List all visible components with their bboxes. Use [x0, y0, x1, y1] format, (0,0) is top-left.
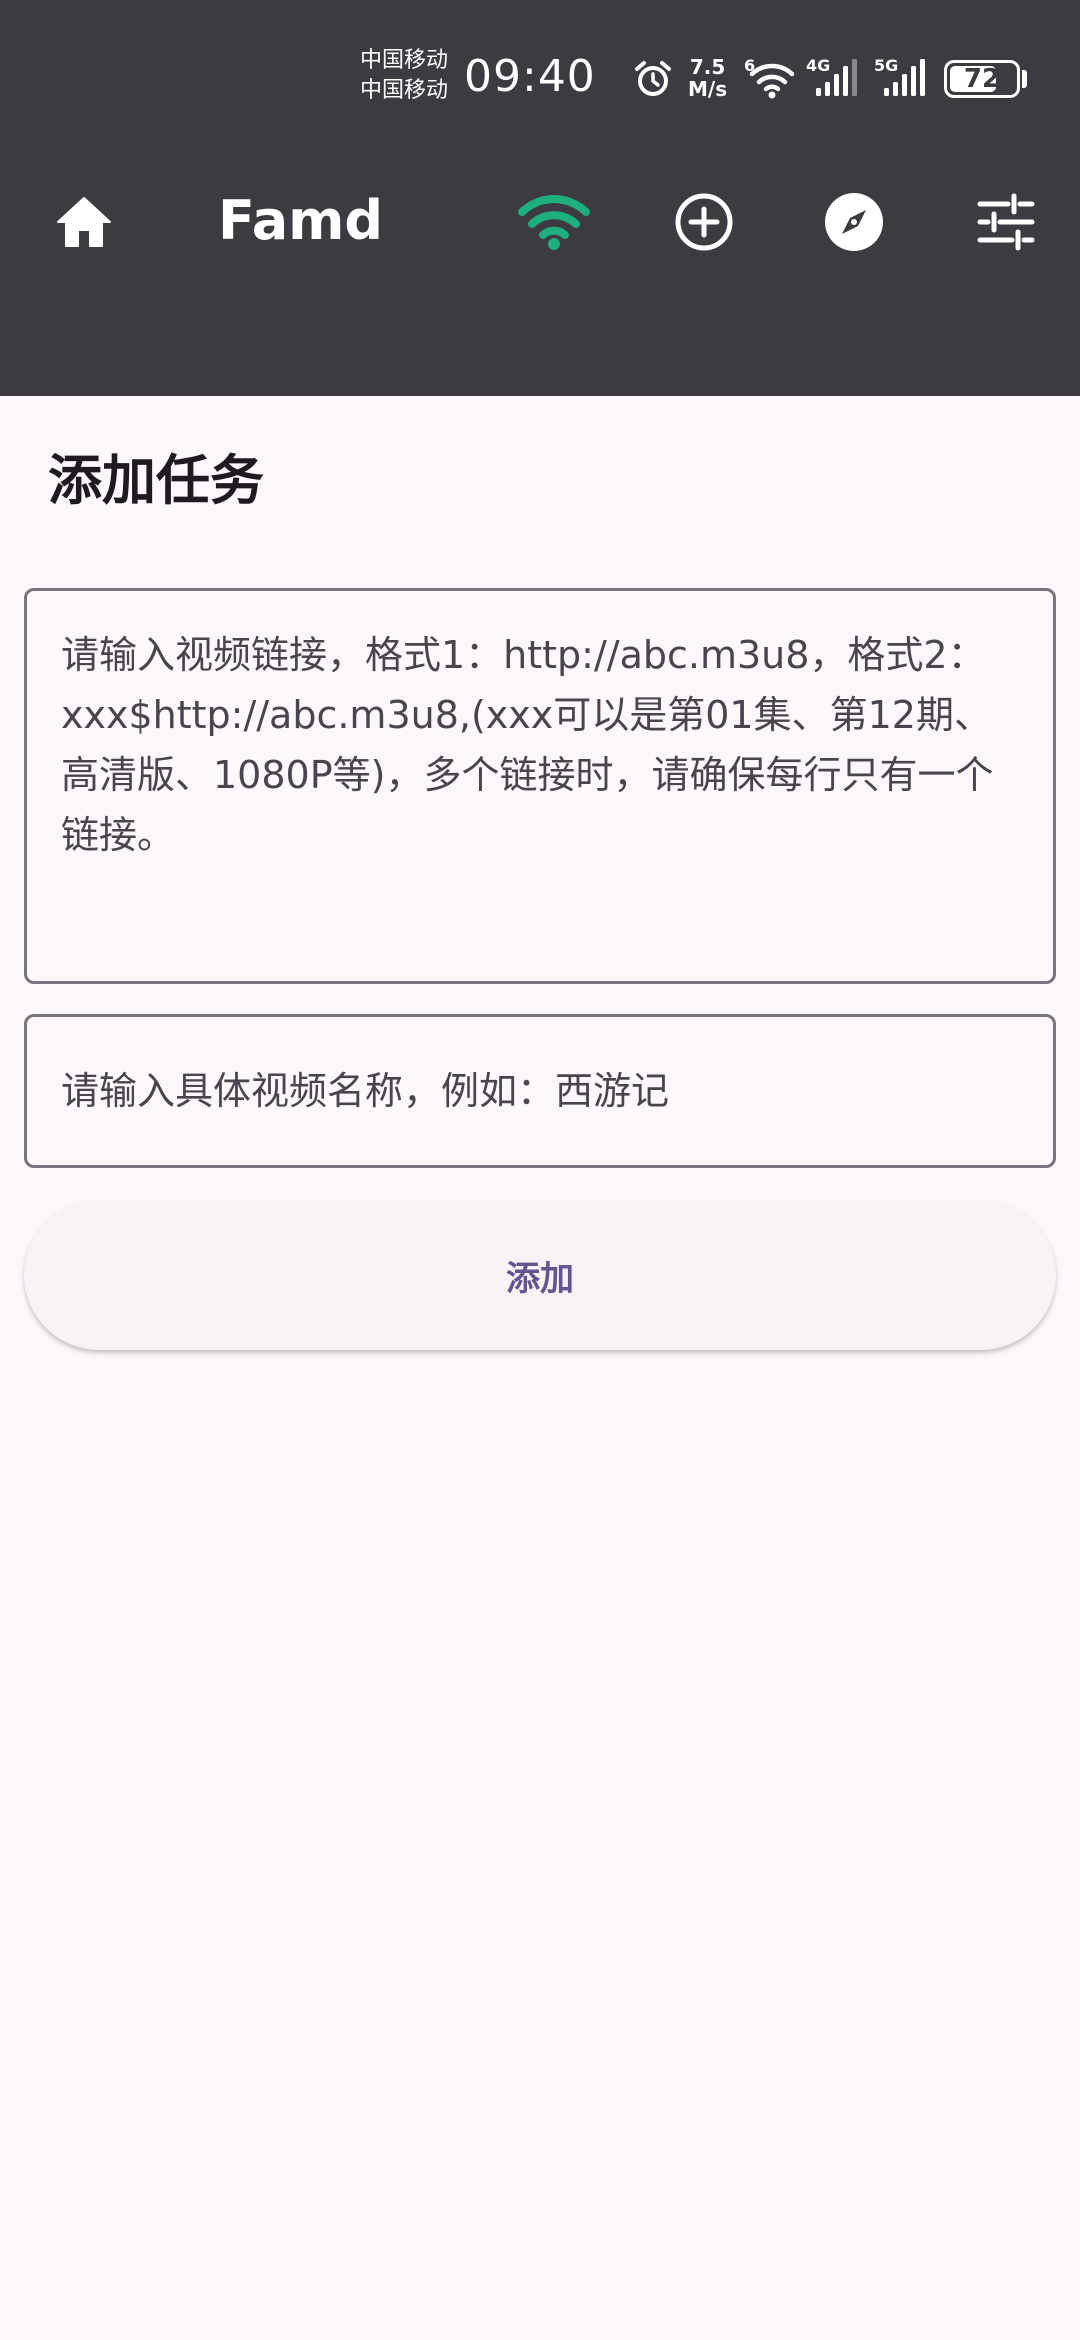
speed-unit: M/s: [688, 77, 728, 101]
carrier-labels: 中国移动 中国移动: [360, 46, 448, 106]
carrier-1: 中国移动: [360, 48, 449, 73]
battery-indicator: 72: [944, 60, 1020, 98]
app-title: Famd: [218, 189, 384, 252]
tune-icon[interactable]: [974, 190, 1038, 254]
compass-icon[interactable]: [822, 190, 886, 254]
status-time: 09:40: [464, 51, 596, 102]
home-icon[interactable]: [52, 190, 116, 254]
alarm-icon: [635, 61, 671, 96]
page-title: 添加任务: [48, 449, 264, 512]
speed-value: 7.5: [689, 55, 726, 79]
video-url-input[interactable]: [24, 588, 1056, 984]
wifi-status-icon: [749, 63, 795, 99]
video-name-input[interactable]: [24, 1014, 1056, 1168]
wifi-icon[interactable]: [516, 190, 592, 254]
app-header: 中国移动 中国移动 09:40 7.5 M/s 6 4G 5G 72 Famd: [0, 0, 1080, 396]
network-speed: 7.5 M/s: [688, 56, 727, 100]
battery-tip: [1022, 70, 1027, 88]
carrier-2: 中国移动: [360, 78, 449, 103]
add-button[interactable]: 添加: [24, 1200, 1056, 1350]
battery-percent: 72: [963, 64, 1001, 94]
signal-2-icon: [884, 59, 925, 96]
signal-1-icon: [816, 59, 857, 96]
add-circle-icon[interactable]: [672, 190, 736, 254]
